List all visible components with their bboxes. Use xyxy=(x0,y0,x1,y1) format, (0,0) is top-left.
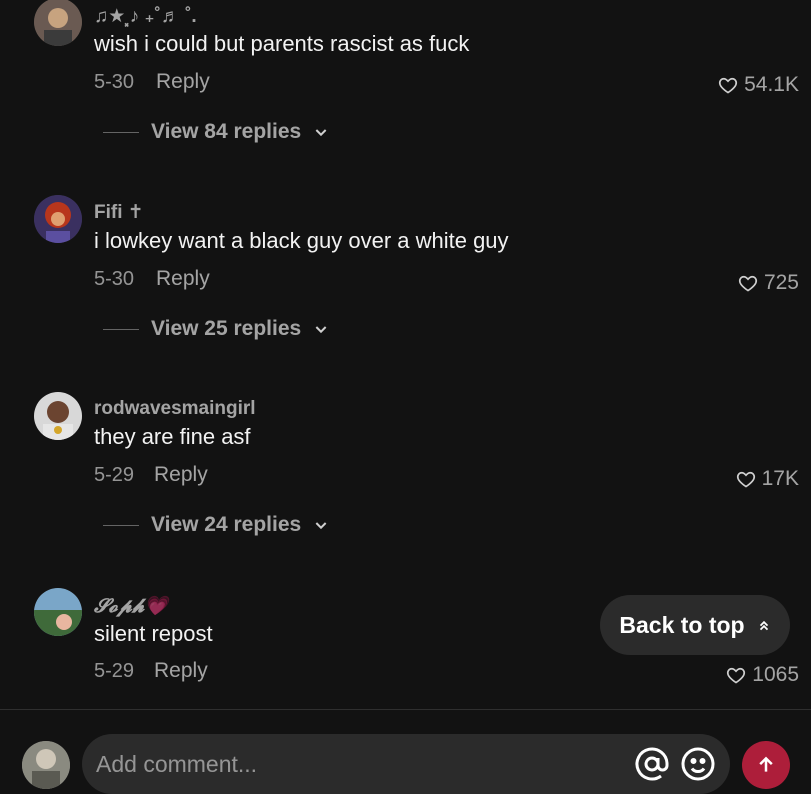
back-to-top-button[interactable]: Back to top xyxy=(600,595,790,655)
emoji-icon[interactable] xyxy=(680,746,716,782)
reply-button[interactable]: Reply xyxy=(154,659,208,683)
view-replies-label: View 84 replies xyxy=(151,120,302,143)
arrow-up-icon xyxy=(759,756,773,772)
divider-line xyxy=(103,328,139,330)
like-button[interactable]: 725 xyxy=(738,271,799,295)
heart-outline-icon xyxy=(736,471,755,488)
add-comment-input[interactable]: Add comment... xyxy=(82,734,730,794)
reply-button[interactable]: Reply xyxy=(154,463,208,487)
view-replies-button[interactable]: View 84 replies xyxy=(103,120,329,144)
like-button[interactable]: 54.1K xyxy=(718,73,799,97)
comment-date: 5-30 xyxy=(94,71,135,93)
at-icon[interactable] xyxy=(634,746,670,782)
comment-text: wish i could but parents rascist as fuck xyxy=(94,31,470,56)
comment-username[interactable]: Fifi ✝ xyxy=(94,201,144,224)
divider-line xyxy=(103,131,139,133)
like-count: 17K xyxy=(761,467,799,490)
back-to-top-label: Back to top xyxy=(619,611,745,638)
double-chevron-up-icon xyxy=(759,620,768,631)
chevron-down-icon xyxy=(315,522,327,530)
comment-item: ♫★⸼♪ ₊˚♬ ˚. wish i could but parents ras… xyxy=(0,0,811,143)
comment-text: i lowkey want a black guy over a white g… xyxy=(94,228,509,253)
comment-username[interactable]: 𝓢𝓸𝓹𝓱💗 xyxy=(94,594,168,618)
avatar[interactable] xyxy=(34,0,82,46)
view-replies-button[interactable]: View 24 replies xyxy=(103,513,329,537)
divider-line xyxy=(103,524,139,526)
comment-username[interactable]: ♫★⸼♪ ₊˚♬ ˚. xyxy=(94,2,197,28)
comment-date: 5-30 xyxy=(94,268,135,290)
chevron-down-icon xyxy=(315,129,327,137)
view-replies-label: View 25 replies xyxy=(151,317,302,340)
comment-text: they are fine asf xyxy=(94,424,251,449)
current-user-avatar xyxy=(22,741,70,789)
add-comment-placeholder: Add comment... xyxy=(96,750,258,777)
like-count: 54.1K xyxy=(744,73,799,96)
comment-text: silent repost xyxy=(94,621,213,646)
composer-divider xyxy=(0,709,811,710)
heart-outline-icon xyxy=(738,275,758,292)
like-count: 725 xyxy=(763,271,799,294)
avatar[interactable] xyxy=(34,195,82,243)
like-button[interactable]: 1065 xyxy=(726,663,799,687)
heart-outline-icon xyxy=(727,667,746,684)
view-replies-button[interactable]: View 25 replies xyxy=(103,317,329,341)
send-button[interactable] xyxy=(742,741,790,789)
comment-date: 5-29 xyxy=(94,660,135,682)
reply-button[interactable]: Reply xyxy=(156,267,210,291)
avatar[interactable] xyxy=(34,588,82,636)
heart-outline-icon xyxy=(719,77,738,94)
view-replies-label: View 24 replies xyxy=(151,513,302,536)
comment-item: rodwavesmaingirl they are fine asf 5-29 … xyxy=(0,392,811,536)
like-count: 1065 xyxy=(752,663,799,686)
reply-button[interactable]: Reply xyxy=(156,70,210,94)
like-button[interactable]: 17K xyxy=(736,467,799,491)
chevron-down-icon xyxy=(315,326,327,334)
comment-username[interactable]: rodwavesmaingirl xyxy=(94,398,256,420)
comment-item: Fifi ✝ i lowkey want a black guy over a … xyxy=(0,195,811,340)
comment-date: 5-29 xyxy=(94,464,135,486)
avatar[interactable] xyxy=(34,392,82,440)
